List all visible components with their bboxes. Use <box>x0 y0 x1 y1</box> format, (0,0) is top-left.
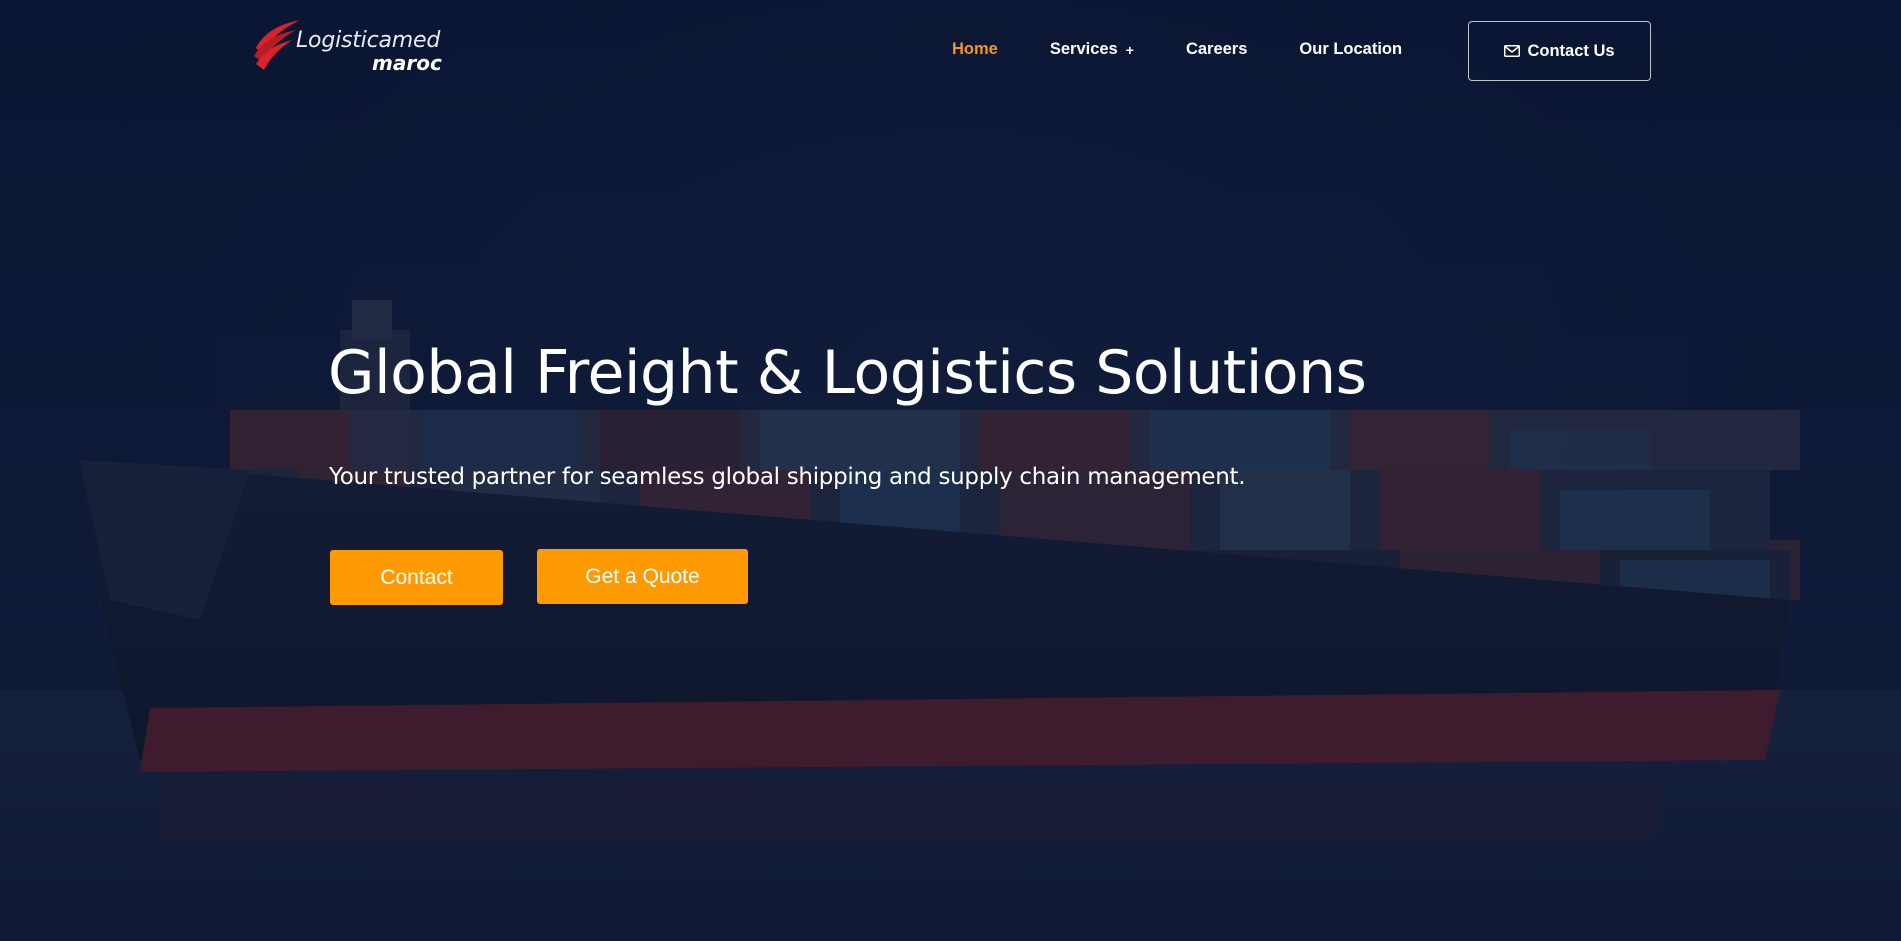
contact-button[interactable]: Contact <box>330 550 503 605</box>
brand-name-line1: Logisticamed <box>296 28 441 53</box>
hero-section: Logisticamed maroc Home Services + Caree… <box>0 0 1901 941</box>
contact-us-label: Contact Us <box>1527 41 1615 60</box>
brand-name-line2: maroc <box>372 51 442 75</box>
nav-link-our-location[interactable]: Our Location <box>1299 40 1402 59</box>
envelope-icon <box>1504 45 1521 57</box>
plus-icon[interactable]: + <box>1126 42 1134 58</box>
nav-link-careers[interactable]: Careers <box>1186 40 1247 59</box>
nav-link-services[interactable]: Services <box>1050 40 1118 59</box>
contact-us-button[interactable]: Contact Us <box>1468 21 1651 81</box>
hero-subheadline: Your trusted partner for seamless global… <box>329 464 1246 490</box>
nav-item-our-location[interactable]: Our Location <box>1299 40 1402 59</box>
nav-item-careers[interactable]: Careers <box>1186 40 1247 59</box>
get-a-quote-button[interactable]: Get a Quote <box>537 549 748 604</box>
nav-link-home[interactable]: Home <box>952 40 998 59</box>
nav-item-home[interactable]: Home <box>952 40 998 59</box>
nav-item-services[interactable]: Services + <box>1050 40 1134 59</box>
brand-logo[interactable]: Logisticamed maroc <box>250 18 450 75</box>
logo-swoosh-icon <box>254 20 300 70</box>
main-nav: Home Services + Careers Our Location <box>952 40 1454 59</box>
site-header: Logisticamed maroc Home Services + Caree… <box>0 0 1901 100</box>
hero-headline: Global Freight & Logistics Solutions <box>328 338 1367 408</box>
